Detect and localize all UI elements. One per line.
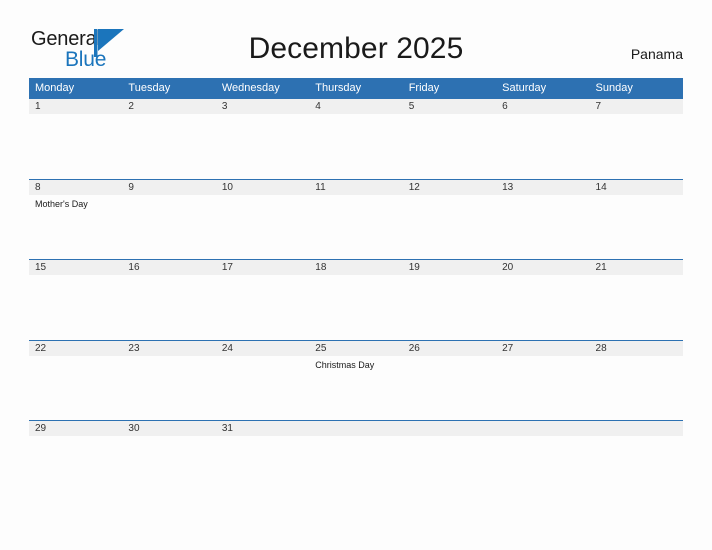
day-event: Christmas Day (315, 359, 375, 370)
day-cell[interactable]: 27 (496, 341, 589, 421)
day-cell[interactable]: 29 (29, 421, 122, 456)
day-cell-empty (590, 421, 683, 456)
day-number: 21 (595, 262, 607, 273)
day-cell[interactable]: 11 (309, 180, 402, 260)
day-cell[interactable]: 7 (590, 99, 683, 179)
day-cell[interactable]: 15 (29, 260, 122, 340)
day-cell[interactable]: 13 (496, 180, 589, 260)
day-cell[interactable]: 30 (122, 421, 215, 456)
day-number: 23 (128, 342, 140, 354)
weekday-tuesday: Tuesday (128, 82, 171, 94)
day-cell[interactable]: 22 (29, 341, 122, 421)
day-number: 29 (35, 423, 47, 434)
day-cell[interactable]: 10 (216, 180, 309, 260)
day-cell[interactable]: 26 (403, 341, 496, 421)
day-cell[interactable]: 12 (403, 180, 496, 260)
day-cell[interactable]: 14 (590, 180, 683, 260)
weekday-thursday: Thursday (315, 82, 362, 94)
day-cell[interactable]: 31 (216, 421, 309, 456)
weekday-wednesday: Wednesday (221, 82, 280, 94)
week-row: 29 30 31 (29, 420, 683, 456)
weekday-friday: Friday (408, 82, 440, 94)
day-number: 17 (221, 262, 233, 273)
week-row: 22 23 24 25 Christmas Day 26 27 28 (29, 339, 683, 421)
day-cell-empty (309, 421, 402, 456)
day-number: 3 (221, 101, 228, 112)
page-title: December 2025 (248, 32, 464, 65)
day-number: 27 (502, 342, 514, 354)
day-number: 10 (221, 181, 233, 193)
day-cell[interactable]: 23 (122, 341, 215, 421)
day-number: 19 (408, 262, 420, 273)
day-cell[interactable]: 4 (309, 99, 402, 179)
week-row: 8 Mother's Day 9 10 11 12 13 14 (29, 178, 683, 260)
day-cell[interactable]: 18 (309, 260, 402, 340)
day-cell[interactable]: 20 (496, 260, 589, 340)
day-cell[interactable]: 5 (403, 99, 496, 179)
day-number: 7 (595, 101, 602, 112)
day-cell-empty (403, 421, 496, 456)
day-number: 16 (128, 262, 140, 273)
day-number: 8 (35, 181, 41, 193)
weekday-saturday: Saturday (502, 82, 547, 94)
day-cell[interactable]: 1 (29, 99, 122, 179)
day-cell[interactable]: 6 (496, 99, 589, 179)
day-number: 14 (595, 181, 607, 193)
day-cell[interactable]: 8 Mother's Day (29, 180, 122, 260)
day-number: 28 (595, 342, 607, 354)
day-number: 5 (408, 101, 415, 112)
day-number: 24 (221, 342, 233, 354)
weekday-sunday: Sunday (595, 82, 633, 94)
day-cell[interactable]: 28 (590, 341, 683, 421)
day-cell[interactable]: 17 (216, 260, 309, 340)
day-number: 31 (221, 423, 233, 434)
day-number: 18 (315, 262, 327, 273)
calendar-page: General Blue December 2025 Panama Monday… (0, 0, 712, 550)
calendar-grid: Monday Tuesday Wednesday Thursday Friday… (29, 78, 683, 456)
day-number: 13 (502, 181, 514, 193)
day-number: 25 (315, 342, 327, 354)
day-cell[interactable]: 25 Christmas Day (309, 341, 402, 421)
day-number: 22 (35, 342, 47, 354)
day-number: 20 (502, 262, 514, 273)
day-cell[interactable]: 16 (122, 260, 215, 340)
day-number: 4 (315, 101, 321, 112)
day-number: 26 (408, 342, 420, 354)
day-cell[interactable]: 2 (122, 99, 215, 179)
day-event: Mother's Day (35, 198, 88, 209)
day-cell[interactable]: 3 (216, 99, 309, 179)
day-number: 9 (128, 181, 134, 193)
day-number: 2 (128, 101, 134, 112)
weekday-monday: Monday (35, 82, 75, 94)
day-number: 15 (35, 262, 47, 273)
page-header: General Blue December 2025 Panama (0, 0, 712, 76)
day-cell[interactable]: 24 (216, 341, 309, 421)
day-cell[interactable]: 21 (590, 260, 683, 340)
day-number: 12 (408, 181, 420, 193)
day-number: 30 (128, 423, 140, 434)
day-number: 1 (35, 101, 41, 112)
country-label: Panama (630, 46, 683, 62)
day-number: 11 (315, 181, 326, 193)
day-cell[interactable]: 9 (122, 180, 215, 260)
day-cell[interactable]: 19 (403, 260, 496, 340)
day-cell-empty (496, 421, 589, 456)
week-row: 1 2 3 4 5 6 7 (29, 98, 683, 179)
day-number: 6 (502, 101, 508, 112)
weekday-header-row: Monday Tuesday Wednesday Thursday Friday… (29, 78, 683, 98)
week-row: 15 16 17 18 19 20 21 (29, 259, 683, 340)
